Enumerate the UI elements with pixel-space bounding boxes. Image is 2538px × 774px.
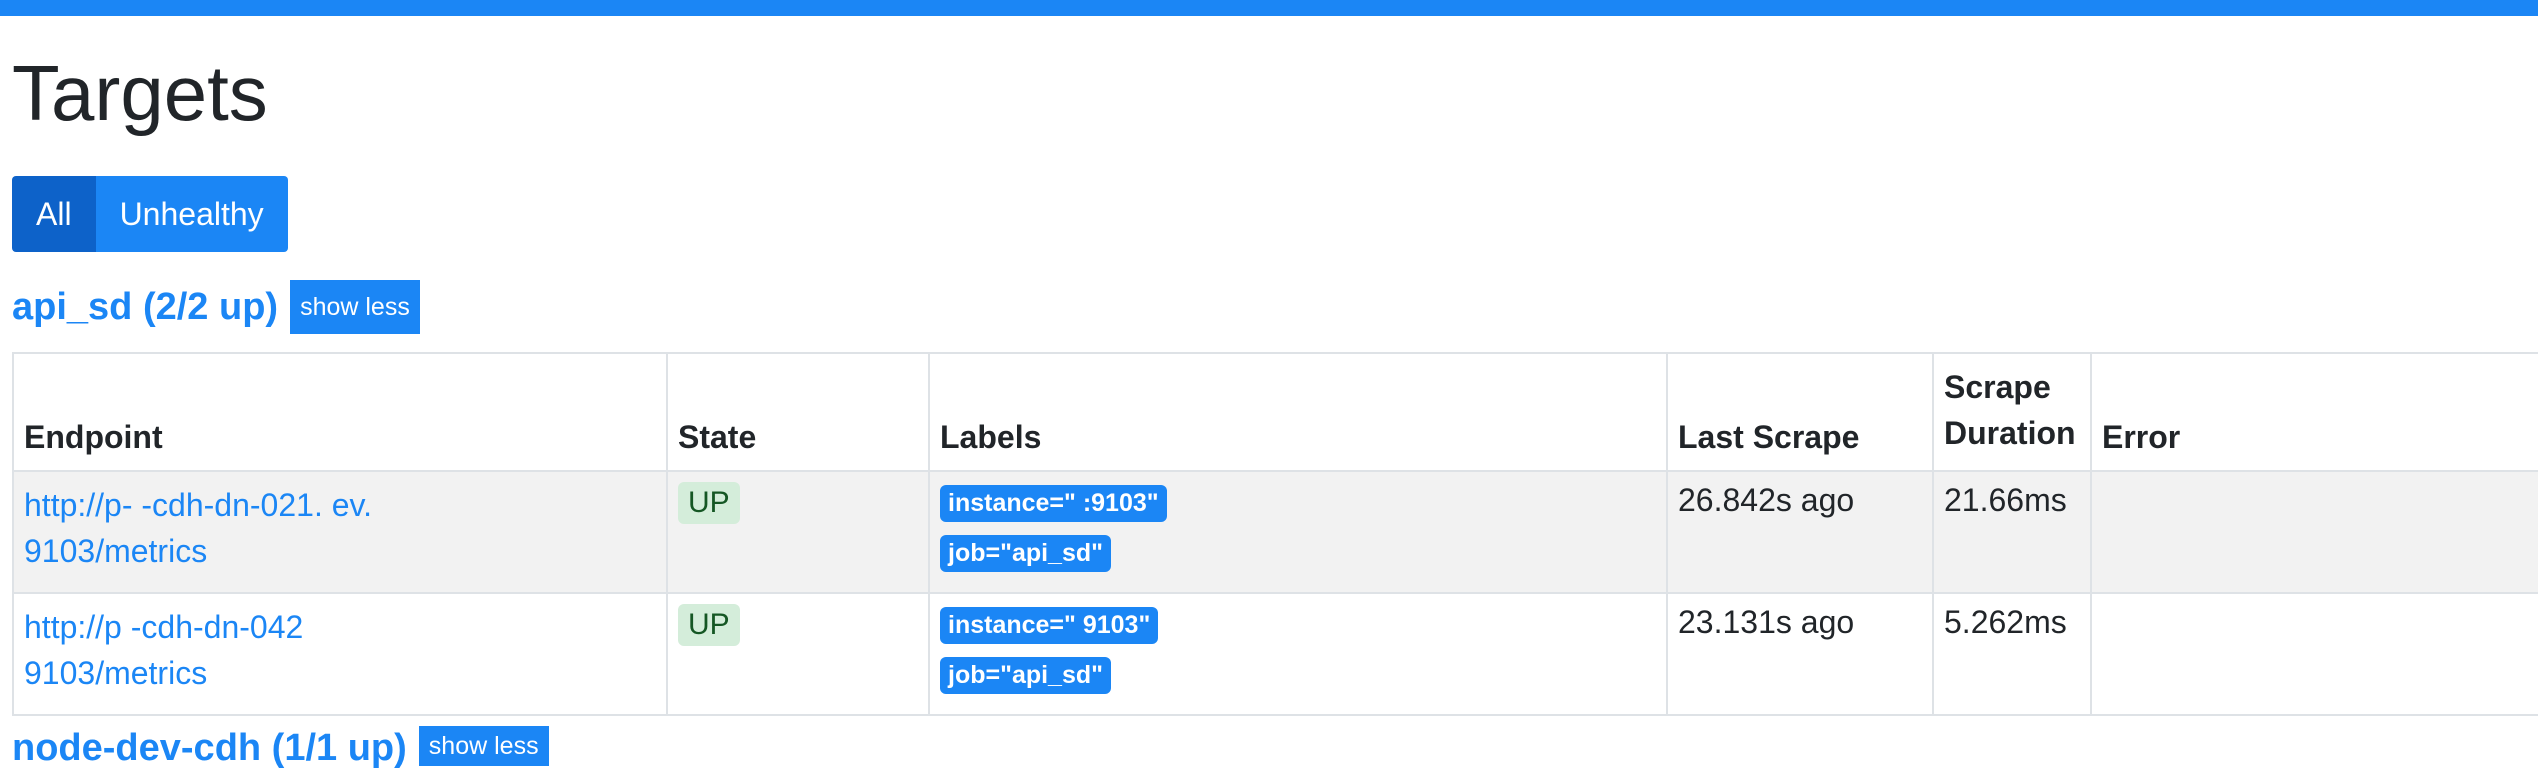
error-cell [2090, 592, 2538, 716]
error-cell [2090, 470, 2538, 594]
scrape-duration-cell: 5.262ms [1932, 592, 2092, 716]
labels-column-header: Labels [928, 352, 1668, 472]
targets-table: Endpoint State Labels Last Scrape Scrape… [12, 352, 2538, 716]
next-show-less-button[interactable]: show less [418, 726, 549, 766]
table-header-row: Endpoint State Labels Last Scrape Scrape… [12, 352, 2538, 472]
state-badge: UP [678, 604, 740, 646]
table-row: http://p -cdh-dn-042 9103/metrics UP ins… [12, 592, 2538, 716]
last-scrape-cell: 26.842s ago [1666, 470, 1934, 594]
endpoint-line: 9103/metrics [24, 533, 208, 569]
page-title: Targets [12, 49, 268, 137]
last-scrape-column-header: Last Scrape [1666, 352, 1934, 472]
next-job-header: node-dev-cdh (1/1 up) show less [12, 726, 549, 774]
endpoint-column-header: Endpoint [12, 352, 668, 472]
filter-unhealthy-button[interactable]: Unhealthy [95, 176, 288, 252]
state-cell: UP [666, 592, 930, 716]
filter-all-button[interactable]: All [12, 176, 96, 252]
endpoint-link[interactable]: http://p- -cdh-dn-021. ev. 9103/metrics [24, 482, 656, 574]
endpoint-cell: http://p- -cdh-dn-021. ev. 9103/metrics [12, 470, 668, 594]
job-label-badge: job="api_sd" [940, 535, 1111, 572]
job-label-badge: job="api_sd" [940, 657, 1111, 694]
state-cell: UP [666, 470, 930, 594]
target-filter-group: All Unhealthy [12, 176, 288, 252]
table-row: http://p- -cdh-dn-021. ev. 9103/metrics … [12, 470, 2538, 594]
top-nav-bar [0, 0, 2538, 16]
state-badge: UP [678, 482, 740, 524]
last-scrape-cell: 23.131s ago [1666, 592, 1934, 716]
labels-cell: instance=" 9103" job="api_sd" [928, 592, 1668, 716]
labels-cell: instance=" :9103" job="api_sd" [928, 470, 1668, 594]
endpoint-cell: http://p -cdh-dn-042 9103/metrics [12, 592, 668, 716]
next-job-title-link[interactable]: node-dev-cdh (1/1 up) [12, 722, 407, 774]
job-header: api_sd (2/2 up) show less [12, 280, 420, 334]
scrape-duration-column-header: Scrape Duration [1932, 352, 2092, 472]
endpoint-line: http://p -cdh-dn-042 [24, 609, 304, 645]
endpoint-link[interactable]: http://p -cdh-dn-042 9103/metrics [24, 604, 656, 696]
job-title-link[interactable]: api_sd (2/2 up) [12, 281, 278, 333]
state-column-header: State [666, 352, 930, 472]
instance-label-badge: instance=" 9103" [940, 607, 1159, 644]
endpoint-line: http://p- -cdh-dn-021. ev. [24, 487, 373, 523]
scrape-duration-cell: 21.66ms [1932, 470, 2092, 594]
show-less-button[interactable]: show less [290, 280, 420, 334]
endpoint-line: 9103/metrics [24, 655, 208, 691]
error-column-header: Error [2090, 352, 2538, 472]
instance-label-badge: instance=" :9103" [940, 485, 1167, 522]
